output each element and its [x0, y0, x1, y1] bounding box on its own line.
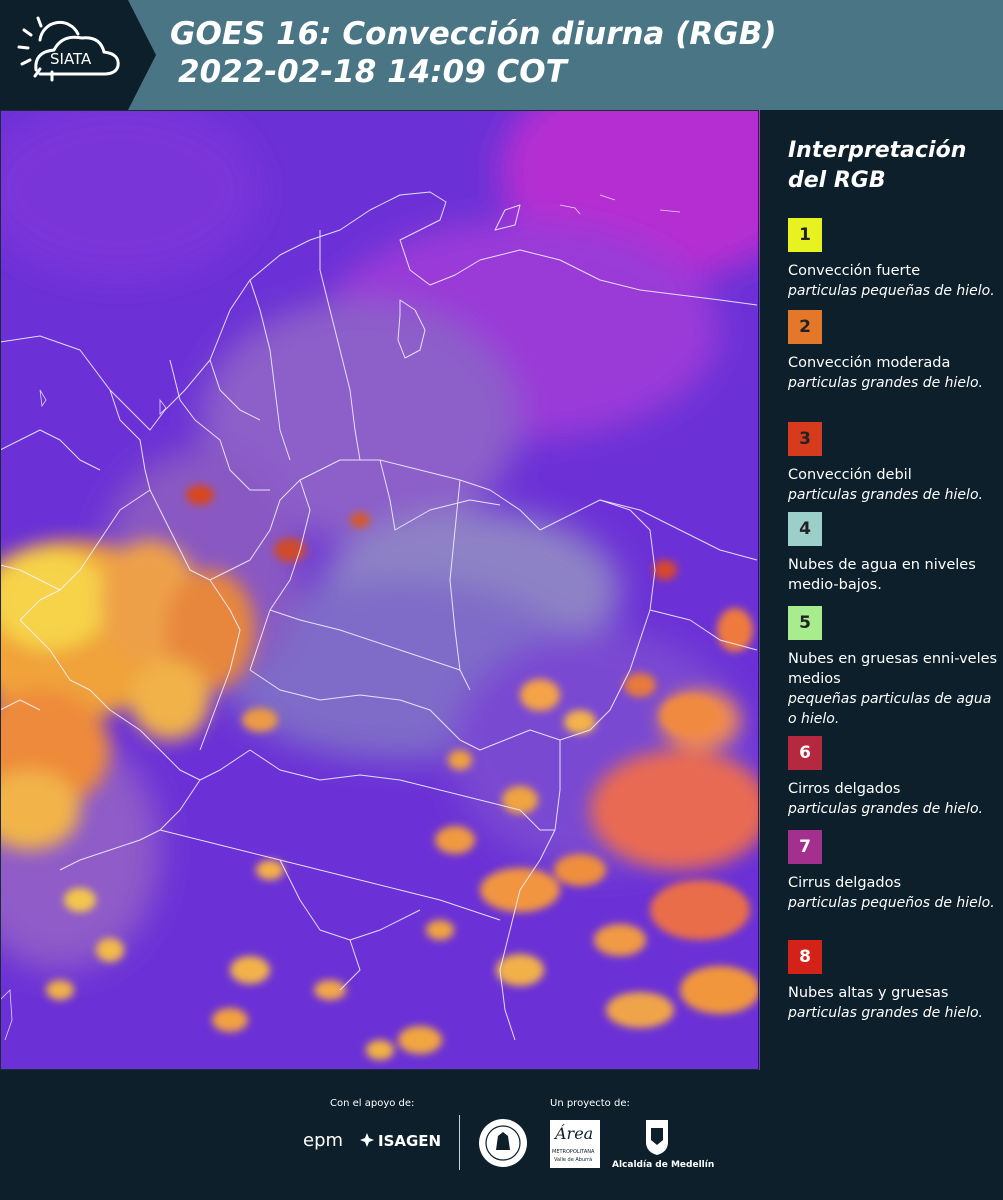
legend-desc: particulas pequeños de hielo. — [788, 895, 995, 911]
timestamp: 2022-02-18 14:09 COT — [178, 54, 567, 90]
legend-item-7: 7 Cirrus delgados particulas pequeños de… — [788, 830, 998, 913]
legend-item-6: 6 Cirros delgados particulas grandes de … — [788, 736, 998, 819]
legend-desc: pequeñas particulas de agua o hielo. — [788, 691, 992, 727]
legend-swatch: 4 — [788, 512, 822, 546]
legend-label: Nubes en gruesas enni-veles medios — [788, 651, 998, 687]
support-label: Con el apoyo de: — [330, 1098, 415, 1109]
legend-desc: particulas grandes de hielo. — [788, 801, 983, 817]
page-title: GOES 16: Convección diurna (RGB) — [170, 16, 777, 52]
legend-item-1: 1 Convección fuerte particulas pequeñas … — [788, 218, 998, 301]
legend-item-3: 3 Convección debil particulas grandes de… — [788, 422, 998, 505]
isagen-star-icon — [360, 1132, 374, 1147]
project-label: Un proyecto de: — [550, 1098, 630, 1109]
legend-label: Nubes de agua en niveles medio-bajos. — [788, 557, 976, 593]
legend-swatch: 8 — [788, 940, 822, 974]
legend-swatch: 3 — [788, 422, 822, 456]
alcaldia-logo: Alcaldía de Medellín — [612, 1160, 715, 1170]
legend-desc: particulas grandes de hielo. — [788, 1005, 983, 1021]
legend-label: Convección debil — [788, 467, 912, 483]
medellin-seal-icon — [478, 1118, 528, 1168]
svg-text:SIATA: SIATA — [50, 50, 92, 68]
satellite-map — [0, 110, 760, 1070]
area-metropolitana-logo: Área METROPOLITANA Valle de Aburrá — [550, 1120, 600, 1168]
footer: Con el apoyo de: Un proyecto de: epm ISA… — [0, 1070, 1003, 1200]
legend-label: Convección fuerte — [788, 263, 921, 279]
isagen-logo: ISAGEN — [378, 1132, 442, 1150]
epm-logo: epm — [303, 1130, 344, 1151]
alcaldia-shield-icon — [644, 1118, 670, 1156]
legend-title: Interpretación del RGB — [788, 138, 967, 193]
legend-item-2: 2 Convección moderada particulas grandes… — [788, 310, 998, 393]
legend-panel: Interpretación del RGB 1 Convección fuer… — [760, 110, 1003, 1070]
legend-swatch: 5 — [788, 606, 822, 640]
legend-desc: particulas grandes de hielo. — [788, 375, 983, 391]
legend-swatch: 2 — [788, 310, 822, 344]
legend-swatch: 6 — [788, 736, 822, 770]
legend-desc: particulas pequeñas de hielo. — [788, 283, 995, 299]
legend-label: Convección moderada — [788, 355, 951, 371]
legend-item-4: 4 Nubes de agua en niveles medio-bajos. — [788, 512, 998, 595]
legend-item-5: 5 Nubes en gruesas enni-veles medios peq… — [788, 606, 998, 729]
header-bar: SIATA GOES 16: Convección diurna (RGB) 2… — [0, 0, 1003, 110]
siata-logo: SIATA — [0, 0, 158, 110]
legend-label: Nubes altas y gruesas — [788, 985, 949, 1001]
legend-item-8: 8 Nubes altas y gruesas particulas grand… — [788, 940, 998, 1023]
legend-label: Cirrus delgados — [788, 875, 902, 891]
legend-label: Cirros delgados — [788, 781, 901, 797]
legend-desc: particulas grandes de hielo. — [788, 487, 983, 503]
legend-swatch: 1 — [788, 218, 822, 252]
footer-divider — [459, 1115, 460, 1170]
legend-swatch: 7 — [788, 830, 822, 864]
